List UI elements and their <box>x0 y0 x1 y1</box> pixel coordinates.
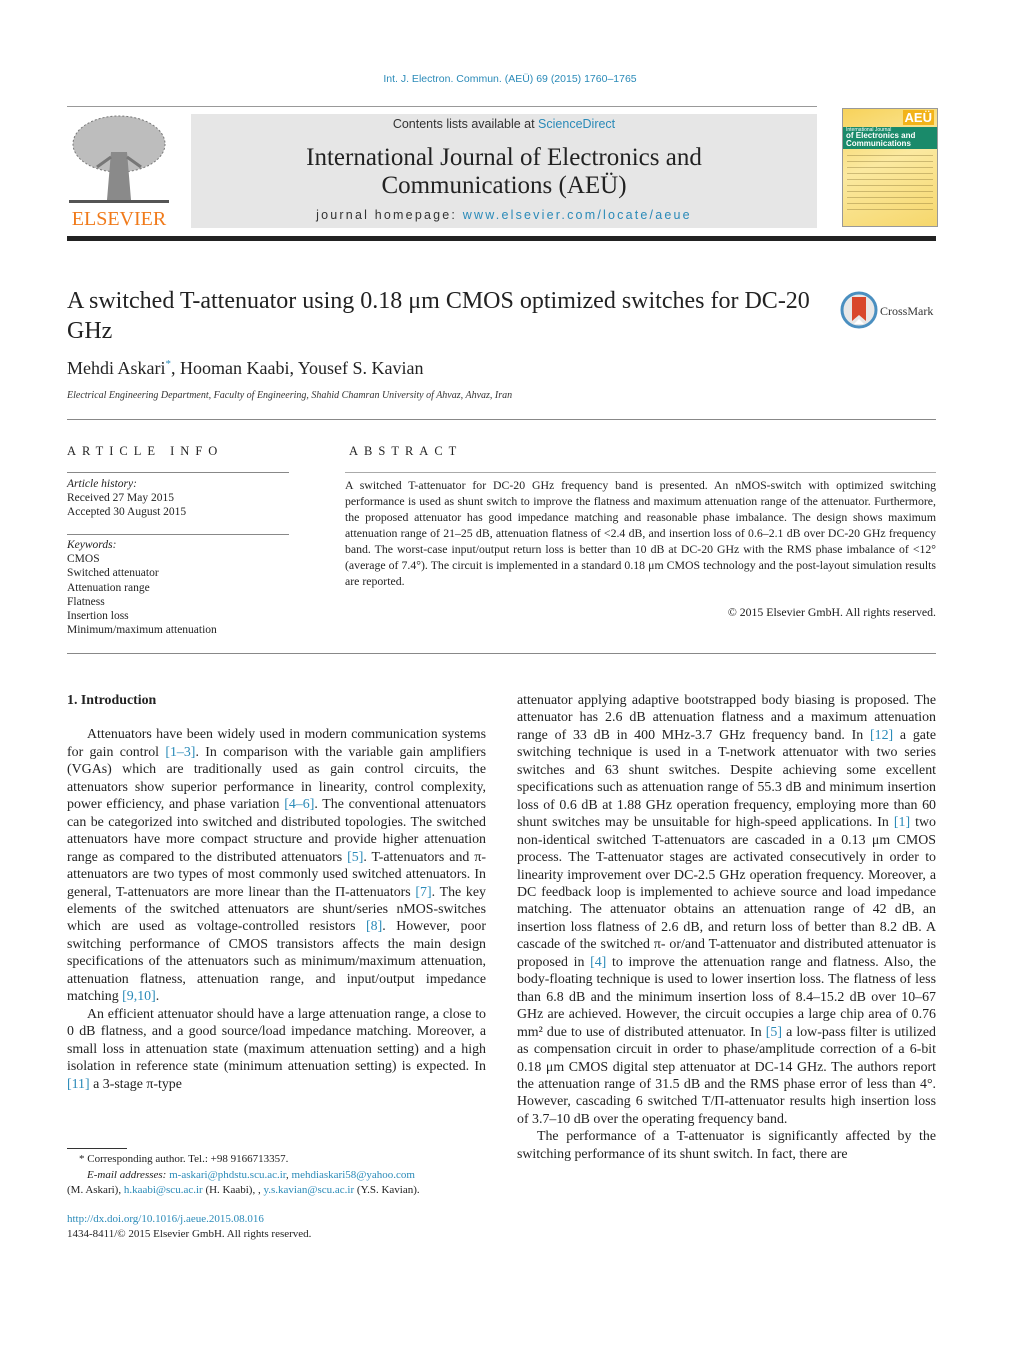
citation-link[interactable]: [1] <box>894 815 910 830</box>
keyword: Switched attenuator <box>67 567 159 580</box>
cover-title: of Electronics and Communications <box>846 132 915 148</box>
contents-line: Contents lists available at ScienceDirec… <box>191 117 817 131</box>
body-column-left: 1. Introduction Attenuators have been wi… <box>67 692 486 1093</box>
email-owner: (Y.S. Kavian). <box>354 1184 420 1197</box>
author-separator: , <box>289 358 298 378</box>
citation-link[interactable]: [11] <box>67 1077 90 1092</box>
journal-cover-thumbnail[interactable]: AEÜ International Journal of Electronics… <box>842 108 938 227</box>
text: two non-identical switched T-attenuators… <box>517 815 937 970</box>
divider <box>67 534 289 535</box>
divider <box>67 472 289 473</box>
keywords-heading: Keywords: <box>67 539 117 551</box>
crossmark-icon <box>840 291 878 329</box>
divider <box>345 472 936 473</box>
author-list: Mehdi Askari*, Hooman Kaabi, Yousef S. K… <box>67 358 424 379</box>
author-name[interactable]: Mehdi Askari <box>67 358 166 378</box>
divider <box>67 653 936 654</box>
doi-link[interactable]: http://dx.doi.org/10.1016/j.aeue.2015.08… <box>67 1212 311 1227</box>
sciencedirect-link[interactable]: ScienceDirect <box>538 117 615 131</box>
journal-homepage: journal homepage: www.elsevier.com/locat… <box>191 208 817 222</box>
keyword: Minimum/maximum attenuation <box>67 624 217 637</box>
doi-block: http://dx.doi.org/10.1016/j.aeue.2015.08… <box>67 1212 311 1242</box>
section-heading: 1. Introduction <box>67 693 157 708</box>
citation-link[interactable]: [12] <box>870 728 893 743</box>
author-separator: , <box>171 358 180 378</box>
journal-title-line1: International Journal of Electronics and <box>306 144 702 171</box>
article-history: Article history: Received 27 May 2015 Ac… <box>67 477 186 520</box>
corresponding-author-note: * Corresponding author. Tel.: +98 916671… <box>79 1153 289 1165</box>
keyword: Insertion loss <box>67 610 129 623</box>
paragraph: An efficient attenuator should have a la… <box>67 1006 486 1093</box>
email-link[interactable]: y.s.kavian@scu.ac.ir <box>263 1184 354 1196</box>
affiliation: Electrical Engineering Department, Facul… <box>67 390 513 401</box>
journal-banner: Contents lists available at ScienceDirec… <box>191 114 817 228</box>
header-top-rule <box>67 106 817 107</box>
citation-link[interactable]: [1–3] <box>165 745 195 760</box>
crossmark-label[interactable]: CrossMark <box>880 304 933 319</box>
keywords: Keywords: CMOS Switched attenuator Atten… <box>67 538 217 637</box>
footnotes: * Corresponding author. Tel.: +98 916671… <box>67 1152 497 1199</box>
cover-line3: Communications <box>846 139 911 148</box>
header-thick-rule <box>67 236 936 241</box>
received-date: Received 27 May 2015 <box>67 492 174 505</box>
cover-badge: AEÜ <box>902 110 934 125</box>
text: . <box>155 989 160 1005</box>
keyword: CMOS <box>67 553 100 566</box>
email-link[interactable]: m-askari@phdstu.scu.ac.ir <box>169 1169 286 1181</box>
citation-link[interactable]: [5] <box>766 1025 782 1040</box>
contents-prefix: Contents lists available at <box>392 117 539 131</box>
author-name[interactable]: Hooman Kaabi <box>180 358 289 378</box>
email-owner: (M. Askari), <box>67 1184 124 1197</box>
text: a 3-stage π-type <box>89 1076 182 1092</box>
paragraph: The performance of a T-attenuator is sig… <box>517 1129 936 1162</box>
abstract-text: A switched T-attenuator for DC-20 GHz fr… <box>345 478 936 588</box>
text: a gate switching technique is used in a … <box>517 727 937 831</box>
text: An efficient attenuator should have a la… <box>67 1006 486 1075</box>
elsevier-wordmark: ELSEVIER <box>71 208 167 230</box>
paragraph-continued: attenuator applying adaptive bootstrappe… <box>517 692 936 1128</box>
email-link[interactable]: h.kaabi@scu.ac.ir <box>124 1184 203 1196</box>
email-label: E-mail addresses: <box>87 1168 170 1181</box>
homepage-link[interactable]: www.elsevier.com/locate/aeue <box>463 208 692 222</box>
article-title: A switched T-attenuator using 0.18 μm CM… <box>67 288 810 344</box>
keyword: Flatness <box>67 595 105 608</box>
citation-link[interactable]: [4] <box>590 955 606 970</box>
tree-icon <box>69 115 169 203</box>
keyword: Attenuation range <box>67 581 150 594</box>
history-heading: Article history: <box>67 478 137 490</box>
journal-title: International Journal of Electronics and… <box>191 144 817 200</box>
email-owner: (H. Kaabi), <box>202 1184 258 1197</box>
email-line: E-mail addresses: m-askari@phdstu.scu.ac… <box>87 1168 415 1181</box>
abstract-copyright: © 2015 Elsevier GmbH. All rights reserve… <box>727 605 936 619</box>
email-line: (M. Askari), h.kaabi@scu.ac.ir (H. Kaabi… <box>67 1184 420 1197</box>
citation-link[interactable]: [8] <box>366 919 382 934</box>
citation-link[interactable]: [4–6] <box>284 797 314 812</box>
email-link[interactable]: mehdiaskari58@yahoo.com <box>292 1169 415 1181</box>
homepage-prefix: journal homepage: <box>316 208 463 222</box>
divider <box>67 419 936 420</box>
issn-copyright: 1434-8411/© 2015 Elsevier GmbH. All righ… <box>67 1228 312 1240</box>
cover-contents-lines <box>847 155 933 215</box>
citation-link[interactable]: [5] <box>347 850 363 865</box>
abstract-heading: ABSTRACT <box>349 444 463 458</box>
article-info-heading: ARTICLE INFO <box>67 444 224 458</box>
citation-link[interactable]: [9,10] <box>122 989 156 1004</box>
citation-link[interactable]: [7] <box>415 885 431 900</box>
body-column-right: attenuator applying adaptive bootstrappe… <box>517 692 936 1163</box>
footnote-rule <box>67 1148 127 1149</box>
paragraph: Attenuators have been widely used in mod… <box>67 726 486 1005</box>
author-name[interactable]: Yousef S. Kavian <box>298 358 424 378</box>
journal-title-line2: Communications (AEÜ) <box>381 172 627 199</box>
accepted-date: Accepted 30 August 2015 <box>67 506 187 519</box>
journal-citation[interactable]: Int. J. Electron. Commun. (AEÜ) 69 (2015… <box>0 73 1020 85</box>
